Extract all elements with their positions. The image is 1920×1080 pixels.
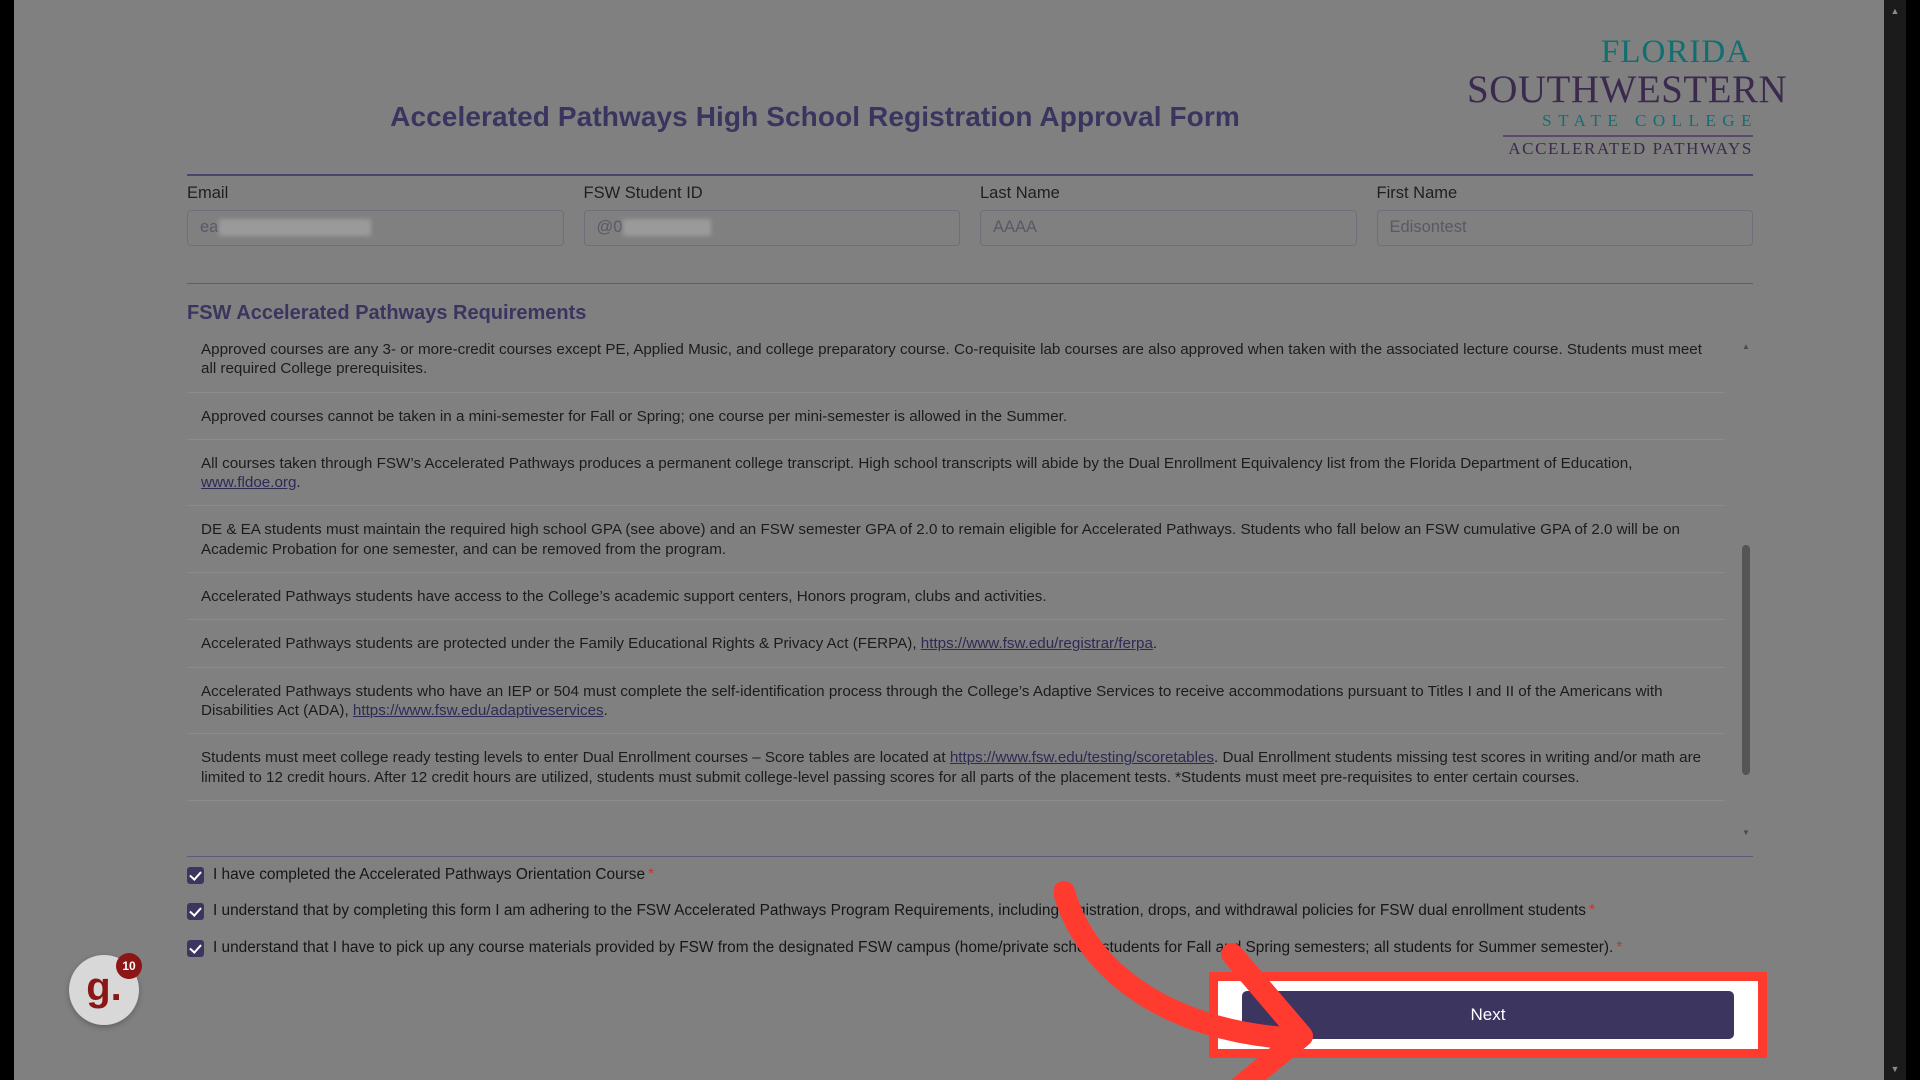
requirement-link[interactable]: https://www.fsw.edu/testing/scoretables bbox=[950, 749, 1214, 766]
requirements-scrollbar[interactable]: ▲ ▼ bbox=[1739, 340, 1753, 840]
requirement-item: DE & EA students must maintain the requi… bbox=[187, 506, 1725, 574]
requirement-item: Approved courses are any 3- or more-cred… bbox=[187, 340, 1725, 393]
page-title: Accelerated Pathways High School Registr… bbox=[390, 101, 1240, 132]
form-header: Accelerated Pathways High School Registr… bbox=[187, 34, 1788, 169]
field-fsw-student-id: FSW Student ID @0 bbox=[583, 184, 960, 262]
requirement-text: Approved courses cannot be taken in a mi… bbox=[201, 407, 1068, 425]
requirement-item: Approved courses cannot be taken in a mi… bbox=[187, 393, 1725, 440]
browser-viewport: Accelerated Pathways High School Registr… bbox=[14, 0, 1906, 1080]
requirement-text-after: . bbox=[296, 474, 301, 492]
requirements-list: Approved courses are any 3- or more-cred… bbox=[187, 340, 1725, 801]
redaction-overlay bbox=[219, 219, 372, 237]
logo-line-florida: FLORIDA bbox=[1600, 34, 1751, 70]
field-first-name: First Name Edisontest bbox=[1376, 184, 1753, 262]
next-button[interactable]: Next bbox=[1242, 991, 1734, 1039]
next-button-highlight-inner: Next bbox=[1218, 981, 1758, 1049]
requirement-text: Accelerated Pathways students have acces… bbox=[201, 588, 1047, 606]
required-marker: * bbox=[1616, 938, 1623, 956]
helper-badge-count[interactable]: 10 bbox=[116, 953, 142, 979]
field-label: FSW Student ID bbox=[583, 184, 703, 202]
requirement-item: Students must meet college ready testing… bbox=[187, 734, 1725, 801]
field-input[interactable]: ea bbox=[187, 209, 564, 246]
requirement-item: Accelerated Pathways students have acces… bbox=[187, 573, 1725, 621]
field-value: @0 bbox=[596, 218, 623, 237]
checkbox-checked-icon[interactable] bbox=[187, 867, 204, 884]
field-value: ea bbox=[200, 218, 219, 237]
requirement-link[interactable]: www.fldoe.org bbox=[201, 474, 296, 491]
field-label: First Name bbox=[1376, 184, 1458, 202]
redaction-overlay bbox=[623, 219, 712, 237]
required-marker: * bbox=[648, 866, 655, 883]
registration-form: Accelerated Pathways High School Registr… bbox=[14, 0, 1884, 1080]
requirement-item: Accelerated Pathways students who have a… bbox=[187, 668, 1725, 735]
requirements-heading: FSW Accelerated Pathways Requirements bbox=[187, 302, 587, 324]
requirement-link[interactable]: https://www.fsw.edu/registrar/ferpa bbox=[921, 635, 1153, 652]
logo-divider bbox=[1503, 134, 1753, 137]
field-input[interactable]: AAAA bbox=[980, 209, 1357, 246]
field-last-name: Last Name AAAA bbox=[980, 184, 1357, 262]
student-info-fields: Email ea FSW Student ID @0 Last Name AAAA Firs… bbox=[187, 184, 1753, 262]
requirement-text: DE & EA students must maintain the requi… bbox=[201, 521, 1680, 558]
page-scroll-down-icon[interactable]: ▼ bbox=[1884, 1060, 1906, 1078]
field-email: Email ea bbox=[187, 184, 564, 262]
agreement-label: I have completed the Accelerated Pathway… bbox=[213, 866, 646, 883]
requirements-divider bbox=[187, 856, 1753, 857]
agreement-checkbox-group: I have completed the Accelerated Pathway… bbox=[187, 866, 1807, 975]
fsw-logo: FLORIDA SOUTHWESTERN STATE COLLEGE ACCEL… bbox=[1467, 34, 1788, 168]
required-marker: * bbox=[1589, 902, 1595, 920]
logo-line-accelerated-pathways: ACCELERATED PATHWAYS bbox=[1508, 138, 1753, 158]
field-input[interactable]: @0 bbox=[583, 209, 960, 246]
field-value: AAAA bbox=[993, 218, 1038, 237]
requirement-text-after: . bbox=[1152, 635, 1158, 653]
field-label: Email bbox=[187, 184, 229, 202]
agreement-row[interactable]: I have completed the Accelerated Pathway… bbox=[187, 866, 1807, 884]
field-label: Last Name bbox=[980, 184, 1060, 202]
fields-divider bbox=[187, 283, 1753, 284]
scrollbar-thumb[interactable] bbox=[1742, 545, 1750, 775]
page-scrollbar[interactable]: ▲ ▼ bbox=[1884, 0, 1906, 1080]
checkbox-checked-icon[interactable] bbox=[187, 939, 204, 957]
field-input[interactable]: Edisontest bbox=[1376, 209, 1753, 246]
logo-line-southwestern: SOUTHWESTERN bbox=[1467, 68, 1788, 111]
requirement-text-after: . bbox=[603, 701, 608, 719]
requirement-text: Accelerated Pathways students are protec… bbox=[201, 635, 921, 653]
agreement-row[interactable]: I understand that I have to pick up any … bbox=[187, 939, 1807, 957]
agreement-row[interactable]: I understand that by completing this for… bbox=[187, 902, 1807, 921]
requirement-item: All courses taken through FSW’s Accelera… bbox=[187, 440, 1725, 507]
requirement-text: Approved courses are any 3- or more-cred… bbox=[201, 341, 1702, 378]
requirement-item: Accelerated Pathways students are protec… bbox=[187, 620, 1725, 668]
scroll-down-icon[interactable]: ▼ bbox=[1739, 826, 1753, 840]
field-value: Edisontest bbox=[1389, 218, 1467, 237]
agreement-label: I understand that I have to pick up any … bbox=[213, 938, 1614, 956]
requirement-link[interactable]: https://www.fsw.edu/adaptiveservices bbox=[353, 702, 604, 719]
requirement-text: All courses taken through FSW’s Accelera… bbox=[201, 454, 1633, 472]
grammar-helper-badge[interactable]: g. 10 bbox=[69, 953, 142, 1025]
header-divider bbox=[187, 174, 1753, 176]
checkbox-checked-icon[interactable] bbox=[187, 903, 204, 921]
next-button-highlight: Next bbox=[1209, 972, 1767, 1058]
scroll-up-icon[interactable]: ▲ bbox=[1739, 340, 1753, 354]
logo-line-state-college: STATE COLLEGE bbox=[1542, 111, 1758, 131]
requirement-text: Students must meet college ready testing… bbox=[201, 749, 950, 767]
agreement-label: I understand that by completing this for… bbox=[213, 902, 1586, 920]
requirements-list-container[interactable]: Approved courses are any 3- or more-cred… bbox=[187, 340, 1753, 840]
page-scroll-up-icon[interactable]: ▲ bbox=[1884, 2, 1906, 20]
